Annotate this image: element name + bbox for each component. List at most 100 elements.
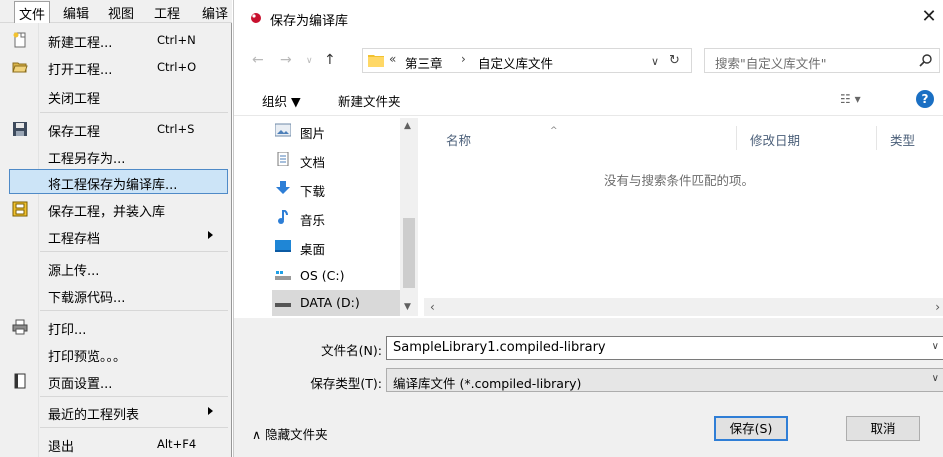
nav-pane-scrollbar[interactable]: ▲ ▼	[400, 118, 418, 316]
nav-item-desktop[interactable]: 桌面	[274, 234, 414, 260]
chevron-down-icon[interactable]: ∨	[932, 341, 939, 352]
help-icon[interactable]: ?	[916, 90, 934, 108]
dialog-title: 保存为编译库	[270, 14, 349, 29]
save-disk-icon	[13, 122, 27, 136]
nav-item-music[interactable]: 音乐	[274, 205, 414, 231]
menu-item-close-project[interactable]: 关闭工程	[0, 83, 228, 108]
address-bar[interactable]: « 第三章 › 自定义库文件 ∨ ↻	[362, 48, 692, 73]
file-list: ^ 名称 修改日期 类型 没有与搜索条件匹配的项。	[424, 118, 943, 316]
column-divider[interactable]	[736, 126, 737, 150]
printer-icon	[12, 319, 28, 335]
menu-item-new-project[interactable]: 新建工程... Ctrl+N	[0, 27, 228, 52]
menu-item-save-and-install[interactable]: 保存工程，并装入库	[0, 196, 228, 221]
page-setup-icon	[14, 373, 26, 389]
search-icon[interactable]	[919, 53, 933, 67]
address-dropdown-icon[interactable]: ∨	[651, 55, 659, 68]
menu-separator	[40, 251, 228, 252]
desktop-icon	[275, 240, 291, 252]
column-divider[interactable]	[876, 126, 877, 150]
column-header-name[interactable]: ^ 名称	[446, 126, 558, 149]
scroll-down-icon[interactable]: ▼	[404, 302, 411, 312]
back-icon[interactable]: ←	[252, 52, 264, 68]
drive-c-icon	[275, 271, 291, 280]
menu-item-save-project[interactable]: 保存工程 Ctrl+S	[0, 116, 228, 141]
close-icon[interactable]: ✕	[914, 0, 943, 34]
new-project-icon	[13, 32, 26, 48]
file-name-input[interactable]: SampleLibrary1.compiled-library ∨	[386, 336, 943, 360]
menu-view[interactable]: 视图	[108, 3, 134, 22]
menu-separator	[40, 112, 228, 113]
menu-separator	[40, 427, 228, 428]
navigation-pane: 图片 文档 下载 音乐 桌面 OS (C:) DATA (D:)	[234, 118, 424, 316]
recent-locations-icon[interactable]: ∨	[306, 56, 313, 66]
menu-bar: 文件 编辑 视图 工程 编译	[0, 0, 232, 23]
scroll-up-icon[interactable]: ▲	[404, 121, 411, 131]
breadcrumb-overflow[interactable]: «	[389, 52, 396, 66]
folder-icon	[368, 55, 384, 67]
dialog-titlebar: 保存为编译库 ✕	[234, 0, 943, 34]
nav-item-downloads[interactable]: 下载	[274, 176, 414, 202]
hide-folders-toggle[interactable]: ∧ 隐藏文件夹	[252, 424, 328, 443]
downloads-icon	[276, 181, 290, 194]
nav-item-drive-d[interactable]: DATA (D:)	[272, 290, 400, 316]
music-icon	[278, 210, 288, 224]
menu-project[interactable]: 工程	[154, 3, 180, 22]
search-placeholder: 搜索"自定义库文件"	[715, 56, 827, 71]
scroll-right-icon[interactable]: ›	[935, 300, 940, 314]
menu-item-source-upload[interactable]: 源上传...	[0, 255, 228, 280]
file-list-hscrollbar[interactable]: ‹ ›	[424, 298, 943, 316]
save-form: 文件名(N): SampleLibrary1.compiled-library …	[234, 318, 943, 457]
save-type-label: 保存类型(T):	[310, 376, 382, 391]
menu-separator	[40, 310, 228, 311]
menu-item-exit[interactable]: 退出 Alt+F4	[0, 431, 228, 456]
breadcrumb-chapter3[interactable]: 第三章	[405, 53, 443, 72]
submenu-arrow-icon	[208, 407, 213, 415]
submenu-arrow-icon	[208, 231, 213, 239]
open-folder-icon	[12, 62, 28, 73]
save-install-icon	[12, 201, 28, 217]
pictures-icon	[275, 123, 291, 137]
menu-item-print[interactable]: 打印...	[0, 314, 228, 339]
menu-item-open-project[interactable]: 打开工程... Ctrl+O	[0, 54, 228, 79]
organize-button[interactable]: 组织 ▼	[262, 91, 301, 110]
up-folder-icon[interactable]: ↑	[324, 52, 336, 68]
menu-item-download-source[interactable]: 下载源代码...	[0, 282, 228, 307]
file-menu-dropdown: 新建工程... Ctrl+N 打开工程... Ctrl+O 关闭工程 保存工程 …	[0, 23, 232, 457]
column-header-type[interactable]: 类型	[890, 130, 915, 149]
menu-item-print-preview[interactable]: 打印预览。。。	[0, 341, 228, 366]
menu-separator	[40, 396, 228, 397]
nav-item-drive-c[interactable]: OS (C:)	[274, 263, 414, 289]
menu-item-recent-projects[interactable]: 最近的工程列表	[0, 399, 228, 424]
sort-caret-icon: ^	[550, 126, 558, 136]
menu-item-page-setup[interactable]: 页面设置...	[0, 368, 228, 393]
save-compiled-library-dialog: 保存为编译库 ✕ ← → ∨ ↑ « 第三章 › 自定义库文件 ∨ ↻ 搜索"自…	[233, 0, 943, 457]
save-button[interactable]: 保存(S)	[714, 416, 788, 441]
forward-icon[interactable]: →	[280, 52, 292, 68]
column-header-date[interactable]: 修改日期	[750, 130, 800, 149]
scroll-left-icon[interactable]: ‹	[430, 300, 435, 314]
menu-file[interactable]: 文件	[14, 1, 51, 23]
menu-item-project-archive[interactable]: 工程存档	[0, 223, 228, 248]
cancel-button[interactable]: 取消	[846, 416, 920, 441]
menu-item-save-project-as[interactable]: 工程另存为...	[0, 143, 228, 168]
chevron-down-icon[interactable]: ∨	[932, 373, 939, 384]
refresh-icon[interactable]: ↻	[669, 53, 680, 68]
search-box[interactable]: 搜索"自定义库文件"	[704, 48, 940, 73]
save-type-select[interactable]: 编译库文件 (*.compiled-library) ∨	[386, 368, 943, 392]
nav-item-documents[interactable]: 文档	[274, 147, 414, 173]
address-row: ← → ∨ ↑ « 第三章 › 自定义库文件 ∨ ↻ 搜索"自定义库文件"	[234, 40, 943, 78]
menu-compile[interactable]: 编译	[202, 3, 232, 22]
new-folder-button[interactable]: 新建文件夹	[338, 91, 401, 110]
menu-item-save-as-compiled-library[interactable]: 将工程保存为编译库...	[9, 169, 228, 194]
breadcrumb-custom-library[interactable]: 自定义库文件	[478, 53, 553, 72]
drive-d-icon	[275, 303, 291, 307]
dialog-toolbar: 组织 ▼ 新建文件夹 ☷ ▾ ?	[234, 82, 943, 116]
scroll-thumb[interactable]	[403, 218, 415, 288]
documents-icon	[277, 152, 289, 166]
empty-results-message: 没有与搜索条件匹配的项。	[604, 173, 755, 188]
view-options-icon[interactable]: ☷ ▾	[840, 92, 861, 106]
file-name-label: 文件名(N):	[321, 343, 382, 358]
app-icon	[251, 13, 261, 23]
nav-item-pictures[interactable]: 图片	[274, 118, 414, 144]
menu-edit[interactable]: 编辑	[63, 3, 89, 22]
